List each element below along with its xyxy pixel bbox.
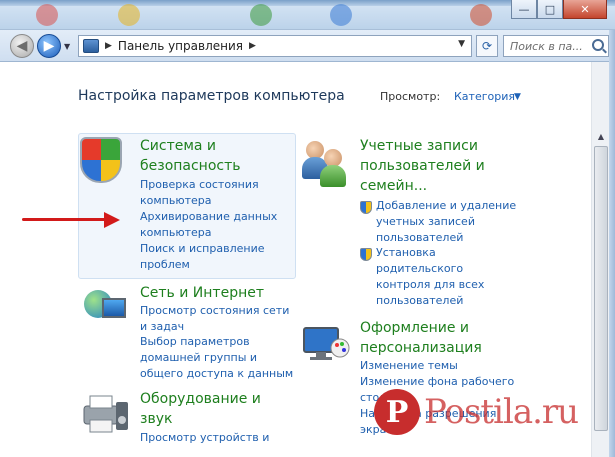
link-line: Просмотр состояния сети <box>140 304 290 317</box>
category-title-line: семейн... <box>360 178 428 194</box>
taskbar-app-icon <box>118 4 140 26</box>
link-line: контроля для всех <box>376 278 485 291</box>
close-button[interactable]: ✕ <box>563 0 607 19</box>
breadcrumb-separator-icon[interactable]: ▶ <box>249 41 256 51</box>
link-line: Просмотр устройств и <box>140 431 270 444</box>
network-internet-icon[interactable] <box>80 286 128 330</box>
arrow-left-icon: ◀ <box>16 38 28 54</box>
uac-shield-icon <box>360 201 372 214</box>
link-homegroup-sharing[interactable]: Выбор параметров домашней группы и общег… <box>140 334 293 382</box>
link-line: родительского <box>376 262 464 275</box>
address-bar[interactable]: ▶ Панель управления ▶ ▼ <box>78 35 472 57</box>
system-security-shield-icon[interactable] <box>80 137 122 183</box>
category-title-appearance[interactable]: Оформление и персонализация <box>360 318 482 358</box>
hardware-sound-printer-icon[interactable] <box>80 392 130 436</box>
refresh-icon: ⟳ <box>481 39 493 53</box>
link-line: общего доступа к данным <box>140 367 294 380</box>
recent-pages-dropdown[interactable]: ▼ <box>64 42 70 51</box>
link-line: проблем <box>140 258 190 271</box>
arrow-head <box>104 212 120 228</box>
link-network-status[interactable]: Просмотр состояния сети и задач <box>140 303 289 335</box>
window-right-border <box>609 30 615 457</box>
minimize-button[interactable]: — <box>511 0 537 19</box>
chevron-down-icon: ▼ <box>64 42 71 51</box>
scroll-up-icon[interactable]: ▲ <box>592 132 610 146</box>
category-title-line: безопасность <box>140 158 241 174</box>
category-title-line: Система и <box>140 138 217 154</box>
address-dropdown-icon[interactable]: ▼ <box>458 39 465 49</box>
link-line: компьютера <box>140 226 212 239</box>
postila-watermark: P Postila.ru <box>374 382 602 442</box>
monitor-palette-icon <box>303 327 350 360</box>
category-title-network-internet[interactable]: Сеть и Интернет <box>140 283 264 303</box>
link-view-devices[interactable]: Просмотр устройств и <box>140 430 269 446</box>
link-line: Установка <box>376 246 436 259</box>
control-panel-icon <box>83 39 99 53</box>
background-taskbar-icons <box>0 0 500 30</box>
uac-shield-icon <box>360 248 372 261</box>
window-title-bar: — □ ✕ <box>0 0 615 30</box>
user-accounts-icon[interactable] <box>300 137 350 187</box>
view-by-dropdown[interactable]: Категория <box>454 90 515 103</box>
category-title-line: Учетные записи <box>360 138 478 154</box>
link-check-computer-status[interactable]: Проверка состояния компьютера <box>140 177 259 209</box>
refresh-button[interactable]: ⟳ <box>476 35 498 57</box>
category-title-line: Оформление и <box>360 320 469 336</box>
postila-logo-icon: P <box>374 389 420 435</box>
category-title-user-accounts[interactable]: Учетные записи пользователей и семейн... <box>360 136 485 196</box>
breadcrumb-control-panel[interactable]: Панель управления <box>118 39 243 53</box>
arrow-right-icon: ▶ <box>43 38 55 54</box>
link-line: Выбор параметров <box>140 335 250 348</box>
monitor-shape <box>102 298 126 318</box>
link-line: пользователей <box>376 231 464 244</box>
link-line: Архивирование данных <box>140 210 278 223</box>
link-line: Добавление и удаление <box>376 199 517 212</box>
link-backup-computer[interactable]: Архивирование данных компьютера <box>140 209 277 241</box>
category-title-line: персонализация <box>360 340 482 356</box>
taskbar-app-icon <box>250 4 272 26</box>
link-line: и задач <box>140 320 185 333</box>
view-dropdown-icon[interactable]: ▼ <box>514 92 521 102</box>
arrow-shaft <box>22 218 110 221</box>
user-body-shape <box>320 165 346 187</box>
link-parental-controls[interactable]: Установка родительского контроля для все… <box>376 245 484 309</box>
category-title-system-security[interactable]: Система и безопасность <box>140 136 241 176</box>
link-line: учетных записей <box>376 215 475 228</box>
printer-speaker-icon <box>83 395 128 433</box>
category-title-line: пользователей и <box>360 158 485 174</box>
maximize-button[interactable]: □ <box>537 0 563 19</box>
link-add-remove-accounts[interactable]: Добавление и удаление учетных записей по… <box>376 198 516 246</box>
link-line: компьютера <box>140 194 212 207</box>
link-change-theme[interactable]: Изменение темы <box>360 358 458 374</box>
search-input[interactable]: Поиск в па... <box>503 35 609 57</box>
category-title-line: Сеть и Интернет <box>140 285 264 301</box>
taskbar-app-icon <box>36 4 58 26</box>
link-line: Изменение темы <box>360 359 458 372</box>
link-line: пользователей <box>376 294 464 307</box>
link-find-fix-problems[interactable]: Поиск и исправление проблем <box>140 241 265 273</box>
category-title-line: Оборудование и <box>140 391 261 407</box>
red-annotation-arrow-icon <box>22 212 122 228</box>
breadcrumb-separator-icon[interactable]: ▶ <box>105 41 112 51</box>
link-line: Поиск и исправление <box>140 242 265 255</box>
search-icon[interactable] <box>592 39 604 51</box>
forward-button[interactable]: ▶ <box>37 34 61 58</box>
category-title-hardware-sound[interactable]: Оборудование и звук <box>140 389 261 429</box>
view-by-label: Просмотр: <box>380 90 441 103</box>
watermark-text: Postila.ru <box>424 392 579 432</box>
appearance-personalization-icon[interactable] <box>302 324 350 366</box>
navigation-bar: ◀ ▶ ▼ ▶ Панель управления ▶ ▼ ⟳ Поиск в … <box>0 30 615 62</box>
taskbar-app-icon <box>470 4 492 26</box>
page-title: Настройка параметров компьютера <box>78 88 345 104</box>
taskbar-app-icon <box>330 4 352 26</box>
search-placeholder: Поиск в па... <box>510 39 583 53</box>
caption-buttons: — □ ✕ <box>511 0 607 20</box>
link-line: домашней группы и <box>140 351 258 364</box>
back-button[interactable]: ◀ <box>10 34 34 58</box>
link-line: Проверка состояния <box>140 178 259 191</box>
category-title-line: звук <box>140 411 173 427</box>
